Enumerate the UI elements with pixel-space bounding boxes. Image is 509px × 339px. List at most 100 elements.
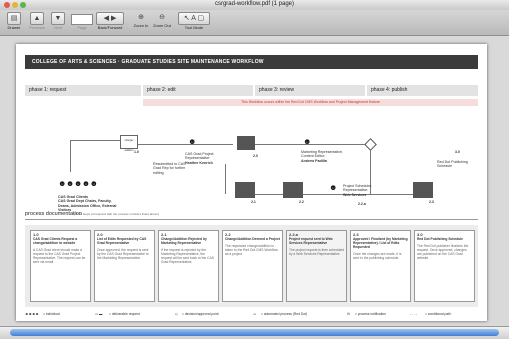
person-legend-icon: ☻☻☻☻ bbox=[25, 312, 39, 316]
previous-button[interactable]: ▲ Previous bbox=[27, 12, 47, 30]
process-card: 2.3 Approved / Finalized (by Marketing R… bbox=[350, 230, 411, 302]
phase-2: phase 2: edit bbox=[143, 85, 253, 96]
dashed-arrow-legend-icon: - - → bbox=[410, 312, 418, 316]
step-2-3: 2.3 bbox=[429, 200, 434, 204]
card-body: The project request is then scheduled by… bbox=[289, 248, 344, 256]
card-body: The Red Dot publisher finalizes the requ… bbox=[417, 244, 469, 260]
workflow-header: COLLEGE OF ARTS & SCIENCES · GRADUATE ST… bbox=[25, 55, 478, 69]
reddot-caption: Red Dot Publishing Schedule bbox=[437, 160, 468, 169]
page-label: Page bbox=[77, 25, 87, 30]
page-input[interactable] bbox=[71, 14, 93, 25]
card-title: Red Dot Publishing Schedule bbox=[417, 237, 463, 241]
tool-mode-icon: ↖ A ▢ bbox=[178, 12, 210, 25]
tool-mode-label: Tool Mode bbox=[184, 25, 204, 30]
marketing-rep-icon: ☻ bbox=[303, 137, 312, 146]
card-title: Project request sent to Web Services Rep… bbox=[289, 237, 333, 245]
envelope-legend-icon: ✉ bbox=[347, 312, 350, 316]
card-title: List of Edits Requested by CAS Grad Repr… bbox=[97, 237, 147, 245]
legend-notification: = process notification bbox=[355, 312, 387, 316]
process-cards: 1.0 CAS Grad Clients Request a change/ad… bbox=[25, 225, 478, 307]
step-2-1: 2.1 bbox=[251, 200, 256, 204]
step-2-2: 2.2 bbox=[299, 200, 304, 204]
step-2-2-a: 2.2.a bbox=[358, 202, 366, 206]
box-legend-icon: ▭ ▬ bbox=[95, 312, 103, 316]
toolbar: ▤ Drawer ▲ Previous ▼ Next Page ◀ ▶ Back… bbox=[0, 10, 509, 36]
zoom-in-icon: ⊕ bbox=[138, 14, 144, 21]
cas-grad-rep-icon: ☻ bbox=[188, 137, 197, 146]
step-1-0: 1.0 bbox=[134, 150, 139, 154]
workflow-note: This Workflow occurs within the Red Dot … bbox=[143, 99, 478, 106]
scheduler-icon: ☻ bbox=[329, 183, 338, 192]
sched-caption: Project Scheduler, Representative: Web S… bbox=[343, 184, 387, 197]
clients-caption: CAS Grad Clients CAS Grad Dept Chairs, F… bbox=[58, 195, 124, 213]
zoom-out-label: Zoom Out bbox=[153, 23, 171, 28]
section-divider bbox=[25, 219, 478, 220]
phase-headers: phase 1: request phase 2: edit phase 3: … bbox=[25, 85, 478, 96]
rejected-box-2-1 bbox=[235, 182, 255, 198]
card-body: A CAS Grad client should make a request … bbox=[33, 248, 86, 264]
process-card: 2.2 Change/Addition Deemed a Project The… bbox=[222, 230, 283, 302]
legend-individual: = individual bbox=[43, 312, 60, 316]
process-card: 2.0 List of Edits Requested by CAS Grad … bbox=[94, 230, 155, 302]
process-card: 3.0 Red Dot Publishing Schedule The Red … bbox=[414, 230, 475, 302]
sched-name: Web Services bbox=[343, 192, 367, 197]
legend-deliverable: = deliverable request bbox=[109, 312, 140, 316]
next-button[interactable]: ▼ Next bbox=[49, 12, 67, 30]
rep-role: CAS Grad Project Representative: bbox=[185, 152, 214, 161]
card-title: Approved / Finalized (by Marketing Repre… bbox=[353, 237, 408, 249]
client-group-icon: ☻☻☻☻☻ bbox=[58, 179, 98, 188]
zoom-in-label: Zoom In bbox=[133, 23, 149, 28]
step-2-0: 2.0 bbox=[253, 154, 258, 158]
process-card: 2.2.a Project request sent to Web Servic… bbox=[286, 230, 347, 302]
zoom-out-icon: ⊖ bbox=[159, 14, 165, 21]
phase-1: phase 1: request bbox=[25, 85, 141, 96]
previous-icon: ▲ bbox=[30, 12, 44, 25]
clients-title: CAS Grad Clients bbox=[58, 195, 88, 199]
card-body: Once the changes are made, it is sent to… bbox=[353, 252, 402, 260]
scrollbar-thumb[interactable] bbox=[10, 329, 499, 336]
workflow-diagram: ☻☻☻☻☻ CAS Grad Clients CAS Grad Dept Cha… bbox=[25, 106, 478, 227]
sched-role: Project Scheduler, Representative: bbox=[343, 184, 373, 193]
edits-box-2-0 bbox=[237, 136, 255, 150]
card-title: CAS Grad Clients Request a change/additi… bbox=[33, 237, 78, 245]
process-card: 2.1 Change/Addition Rejected by Marketin… bbox=[158, 230, 219, 302]
back-forward-icon: ◀ ▶ bbox=[96, 12, 124, 25]
legend-decision: = decision/approval point bbox=[182, 312, 219, 316]
mkt-name: Andrew Padilla bbox=[301, 158, 327, 163]
drawer-label: Drawer bbox=[7, 25, 21, 30]
resubmit-note: Resubmitted to CAS Grad Rep for further … bbox=[153, 162, 186, 175]
decision-diamond bbox=[364, 138, 377, 151]
automated-legend-icon: ▭ bbox=[253, 312, 257, 316]
process-card: 1.0 CAS Grad Clients Request a change/ad… bbox=[30, 230, 91, 302]
step-3-0: 3.0 bbox=[455, 150, 460, 154]
legend-conditional: = conditional path bbox=[425, 312, 451, 316]
tool-mode-control[interactable]: ↖ A ▢ Tool Mode bbox=[177, 12, 211, 30]
legend-automated: = automated process (Red Dot) bbox=[261, 312, 308, 316]
mkt-caption: Marketing Representative, Content Editor… bbox=[301, 150, 349, 163]
card-body: The requested change/addition is taken t… bbox=[225, 244, 278, 256]
back-forward-control[interactable]: ◀ ▶ Back/Forward bbox=[95, 12, 125, 30]
mkt-role: Marketing Representative, Content Editor… bbox=[301, 150, 343, 159]
phase-3: phase 3: review bbox=[255, 85, 365, 96]
drawer-icon: ▤ bbox=[7, 12, 21, 25]
phase-4: phase 4: publish bbox=[367, 85, 478, 96]
next-label: Next bbox=[53, 25, 63, 30]
legend: ☻☻☻☻ = individual ▭ ▬ = deliverable requ… bbox=[25, 310, 478, 318]
card-body: Once approved, the request is sent by th… bbox=[97, 248, 149, 260]
change-addition-box: change/ addition bbox=[120, 135, 138, 152]
section-note: (Note: steps correspond with the process… bbox=[74, 212, 159, 216]
card-title: Change/Addition Deemed a Project bbox=[225, 237, 280, 241]
publish-box-2-3 bbox=[413, 182, 433, 198]
horizontal-scrollbar[interactable] bbox=[0, 326, 509, 339]
diamond-legend-icon: ◇ bbox=[175, 312, 178, 316]
card-body: If the request is rejected by the Market… bbox=[161, 248, 214, 264]
zoom-in-button[interactable]: ⊕ Zoom In bbox=[131, 12, 151, 28]
back-forward-label: Back/Forward bbox=[97, 25, 123, 30]
previous-label: Previous bbox=[29, 25, 45, 30]
card-title: Change/Addition Rejected by Marketing Re… bbox=[161, 237, 207, 245]
project-box-2-2 bbox=[283, 182, 303, 198]
zoom-out-button[interactable]: ⊖ Zoom Out bbox=[151, 12, 173, 28]
drawer-button[interactable]: ▤ Drawer bbox=[4, 12, 24, 30]
app-window: csrgrad-workflow.pdf (1 page) ▤ Drawer ▲… bbox=[0, 0, 509, 339]
next-icon: ▼ bbox=[51, 12, 65, 25]
